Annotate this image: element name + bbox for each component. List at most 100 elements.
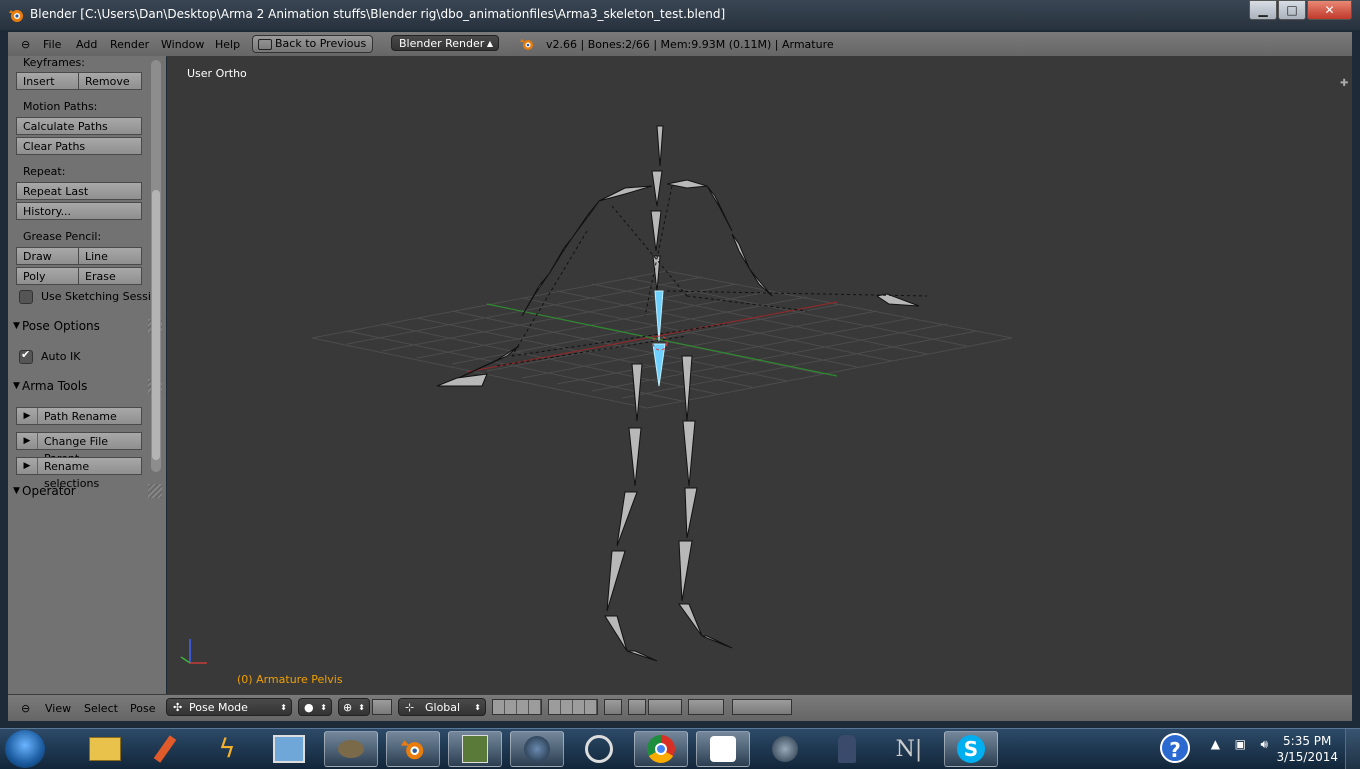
solid-shading-icon: ● xyxy=(304,701,314,714)
clock-date: 3/15/2014 xyxy=(1276,750,1338,764)
image-viewer-icon[interactable] xyxy=(262,731,316,767)
snap-icon[interactable] xyxy=(648,699,682,715)
menu-render[interactable]: Render xyxy=(110,38,149,51)
calculate-paths-button[interactable]: Calculate Paths xyxy=(16,117,142,135)
rename-selections-button[interactable]: ▶ Rename selections xyxy=(16,457,142,490)
system-clock[interactable]: 5:35 PM 3/15/2014 xyxy=(1276,733,1338,765)
pose-options-panel-header[interactable]: ▼ Pose Options xyxy=(10,315,162,337)
grease-pencil-label: Grease Pencil: xyxy=(23,230,102,243)
headset-icon[interactable] xyxy=(510,731,564,767)
windows-taskbar: ϟ N| S ? ▲ ▣ 🔊︎ 5:35 PM 3/15/2014 xyxy=(0,728,1360,769)
path-rename-button[interactable]: ▶ Path Rename xyxy=(16,407,142,425)
explorer-icon[interactable] xyxy=(78,731,132,767)
pivot-point-select[interactable]: ⊕ ⬍ xyxy=(338,698,370,716)
network-icon[interactable] xyxy=(572,731,626,767)
panel-grip-icon[interactable] xyxy=(148,484,162,498)
view-axes-gizmo xyxy=(180,639,207,664)
layers-row-2[interactable] xyxy=(548,699,598,715)
grease-line-button[interactable]: Line xyxy=(78,247,142,265)
blender-logo-icon xyxy=(9,10,23,22)
remove-keyframe-button[interactable]: Remove xyxy=(78,72,142,90)
viewport-shading-select[interactable]: ● ⬍ xyxy=(298,698,332,716)
orientation-icon: ⊹ xyxy=(405,701,415,714)
arma-tools-title: Arma Tools xyxy=(22,379,88,393)
orientation-label: Global xyxy=(425,701,461,714)
window-title: Blender [C:\Users\Dan\Desktop\Arma 2 Ani… xyxy=(30,7,726,21)
dropdown-arrows-icon: ⬍ xyxy=(280,703,287,712)
clear-paths-button[interactable]: Clear Paths xyxy=(16,137,142,155)
window-titlebar: Blender [C:\Users\Dan\Desktop\Arma 2 Ani… xyxy=(0,0,1360,30)
maximize-button[interactable]: □ xyxy=(1278,0,1306,20)
skype-icon[interactable]: S xyxy=(944,731,998,767)
back-arrow-icon xyxy=(258,39,272,50)
render-opengl-icon[interactable] xyxy=(688,699,724,715)
mode-select[interactable]: ✣ Pose Mode ⬍ xyxy=(166,698,292,716)
mode-label: Pose Mode xyxy=(189,701,248,714)
history-button[interactable]: History... xyxy=(16,202,142,220)
repeat-last-button[interactable]: Repeat Last xyxy=(16,182,142,200)
lock-layer-icon[interactable] xyxy=(604,699,622,715)
back-to-previous-button[interactable]: Back to Previous xyxy=(252,35,374,53)
windows-start-button[interactable] xyxy=(5,730,45,768)
render-engine-select[interactable]: Blender Render ▲ xyxy=(391,35,499,51)
close-button[interactable]: ✕ xyxy=(1307,0,1352,20)
minimize-button[interactable]: ▁ xyxy=(1249,0,1277,20)
help-icon[interactable]: ? xyxy=(1160,733,1190,763)
play-icon: ▶ xyxy=(17,433,38,449)
insert-keyframe-button[interactable]: Insert xyxy=(16,72,79,90)
grease-draw-button[interactable]: Draw xyxy=(16,247,79,265)
pencil-icon[interactable] xyxy=(138,731,192,767)
path-rename-label: Path Rename xyxy=(44,410,117,423)
tray-expand-icon[interactable]: ▲ xyxy=(1211,737,1220,751)
gimp-icon[interactable] xyxy=(324,731,378,767)
operator-panel-header[interactable]: ▼ Operator xyxy=(10,480,162,502)
tool-shelf-scrollbar[interactable] xyxy=(151,60,161,472)
play-icon: ▶ xyxy=(17,408,38,424)
pose-copy-paste-icon[interactable] xyxy=(732,699,792,715)
pose-options-title: Pose Options xyxy=(22,319,100,333)
keyframes-label: Keyframes: xyxy=(23,56,85,69)
show-desktop-button[interactable] xyxy=(1345,729,1360,769)
menu-add[interactable]: Add xyxy=(76,38,97,51)
auto-ik-checkbox[interactable]: Auto IK xyxy=(19,348,81,364)
grease-poly-button[interactable]: Poly xyxy=(16,267,79,285)
dashed-relations xyxy=(496,185,928,367)
change-file-parent-button[interactable]: ▶ Change File Parent xyxy=(16,432,142,465)
soldier-icon[interactable] xyxy=(820,731,874,767)
headphones-icon[interactable] xyxy=(758,731,812,767)
menu-file[interactable]: File xyxy=(43,38,61,51)
lightning-icon[interactable]: ϟ xyxy=(200,731,254,767)
dropdown-arrows-icon: ⬍ xyxy=(358,703,365,712)
ni-mate-icon[interactable]: N| xyxy=(882,731,936,767)
grease-erase-button[interactable]: Erase xyxy=(78,267,142,285)
network-tray-icon[interactable]: ▣ xyxy=(1235,737,1246,751)
use-sketching-checkbox[interactable]: Use Sketching Sessi xyxy=(19,290,151,304)
volume-icon[interactable]: 🔊︎ xyxy=(1260,737,1268,752)
operator-title: Operator xyxy=(22,484,76,498)
editor-type-icon[interactable]: ⊖ xyxy=(21,702,30,715)
checkbox-checked-icon xyxy=(19,348,33,364)
info-header: ⊖ File Add Render Window Help Back to Pr… xyxy=(8,32,1352,57)
collapse-triangle-icon: ▼ xyxy=(13,486,20,496)
menu-pose[interactable]: Pose xyxy=(130,702,155,715)
menu-view[interactable]: View xyxy=(45,702,71,715)
editor-type-icon[interactable]: ⊖ xyxy=(21,38,30,51)
manipulator-toggle-icon[interactable] xyxy=(372,699,392,715)
chat-icon[interactable] xyxy=(696,731,750,767)
3d-viewport[interactable]: User Ortho ✚ (0) Armature Pelvis xyxy=(167,56,1352,694)
menu-help[interactable]: Help xyxy=(215,38,240,51)
scrollbar-thumb[interactable] xyxy=(152,190,160,460)
blender-icon[interactable] xyxy=(386,731,440,767)
menu-select[interactable]: Select xyxy=(84,702,118,715)
chrome-icon[interactable] xyxy=(634,731,688,767)
layers-row-1[interactable] xyxy=(492,699,542,715)
dropdown-arrows-icon: ⬍ xyxy=(474,703,481,712)
scene-canvas xyxy=(311,125,1013,662)
transform-orientation-select[interactable]: ⊹ Global ⬍ xyxy=(398,698,486,716)
game-tool-icon[interactable] xyxy=(448,731,502,767)
menu-window[interactable]: Window xyxy=(161,38,204,51)
arma-tools-panel-header[interactable]: ▼ Arma Tools xyxy=(10,375,162,397)
play-icon: ▶ xyxy=(17,458,38,474)
checkbox-icon xyxy=(19,290,33,304)
proportional-edit-icon[interactable] xyxy=(628,699,646,715)
